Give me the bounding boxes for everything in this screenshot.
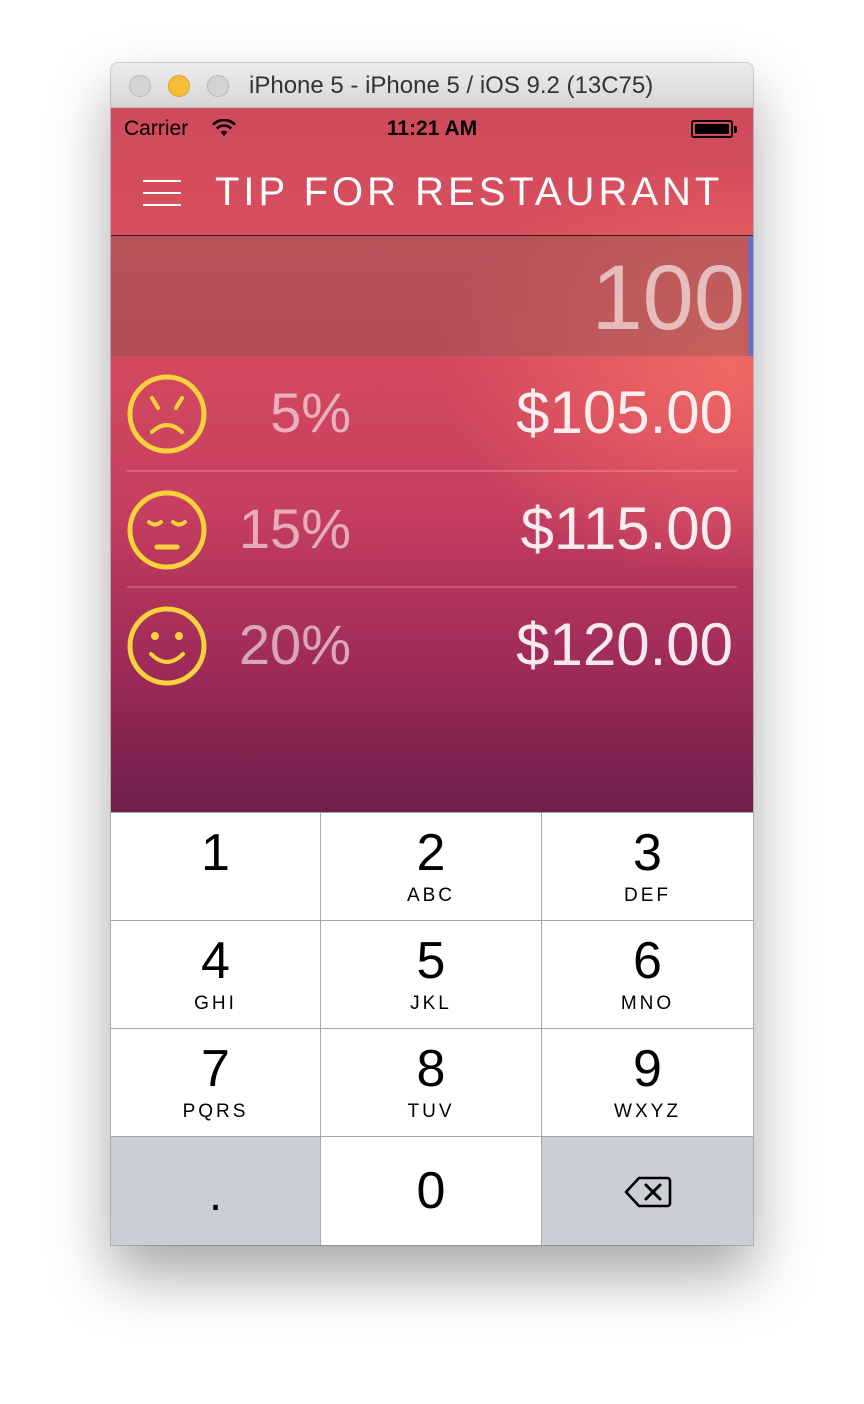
neutral-face-icon — [127, 490, 207, 570]
minimize-window-button[interactable] — [168, 75, 190, 97]
key-2[interactable]: 2 ABC — [321, 812, 542, 920]
key-8[interactable]: 8 TUV — [321, 1028, 542, 1136]
sad-face-icon — [127, 374, 207, 454]
key-decimal[interactable]: . — [111, 1136, 321, 1245]
navigation-bar: TIP FOR RESTAURANT — [111, 148, 753, 236]
status-bar: Carrier 11:21 AM — [111, 108, 753, 148]
window-title: iPhone 5 - iPhone 5 / iOS 9.2 (13C75) — [249, 72, 654, 99]
bill-amount-input[interactable]: 100 — [111, 236, 753, 356]
happy-face-icon — [127, 606, 207, 686]
tip-row-5[interactable]: 5% $105.00 — [111, 356, 753, 472]
key-6[interactable]: 6 MNO — [542, 920, 753, 1028]
backspace-icon — [624, 1176, 672, 1208]
tip-percent: 20% — [238, 613, 351, 676]
key-3[interactable]: 3 DEF — [542, 812, 753, 920]
hamburger-menu-icon[interactable] — [143, 180, 181, 206]
tip-row-15[interactable]: 15% $115.00 — [111, 472, 753, 588]
key-delete[interactable] — [542, 1136, 753, 1245]
tip-total: $105.00 — [516, 379, 733, 446]
tip-percent: 15% — [238, 497, 351, 560]
zoom-window-button[interactable] — [207, 75, 229, 97]
window-titlebar: iPhone 5 - iPhone 5 / iOS 9.2 (13C75) — [111, 63, 753, 108]
status-time: 11:21 AM — [386, 117, 478, 140]
bill-amount-value: 100 — [591, 247, 746, 349]
tip-row-20[interactable]: 20% $120.00 — [111, 588, 753, 704]
text-cursor — [749, 236, 753, 356]
tip-total: $115.00 — [520, 495, 733, 562]
tip-percent: 5% — [270, 381, 351, 444]
key-0[interactable]: 0 — [321, 1136, 542, 1245]
key-7[interactable]: 7 PQRS — [111, 1028, 321, 1136]
key-1[interactable]: 1 — [111, 812, 321, 920]
key-9[interactable]: 9 WXYZ — [542, 1028, 753, 1136]
numeric-keypad: 1 2 ABC 3 DEF 4 GHI 5 JKL 6 MNO 7 PQRS 8… — [111, 812, 753, 1245]
tip-total: $120.00 — [516, 611, 733, 678]
page-title: TIP FOR RESTAURANT — [215, 170, 724, 214]
iphone-screen: Carrier 11:21 AM TIP FOR RESTAURANT 100 … — [111, 108, 753, 1245]
close-window-button[interactable] — [129, 75, 151, 97]
simulator-window: iPhone 5 - iPhone 5 / iOS 9.2 (13C75) Ca… — [111, 63, 753, 1245]
battery-icon — [691, 120, 737, 138]
key-4[interactable]: 4 GHI — [111, 920, 321, 1028]
key-5[interactable]: 5 JKL — [321, 920, 542, 1028]
